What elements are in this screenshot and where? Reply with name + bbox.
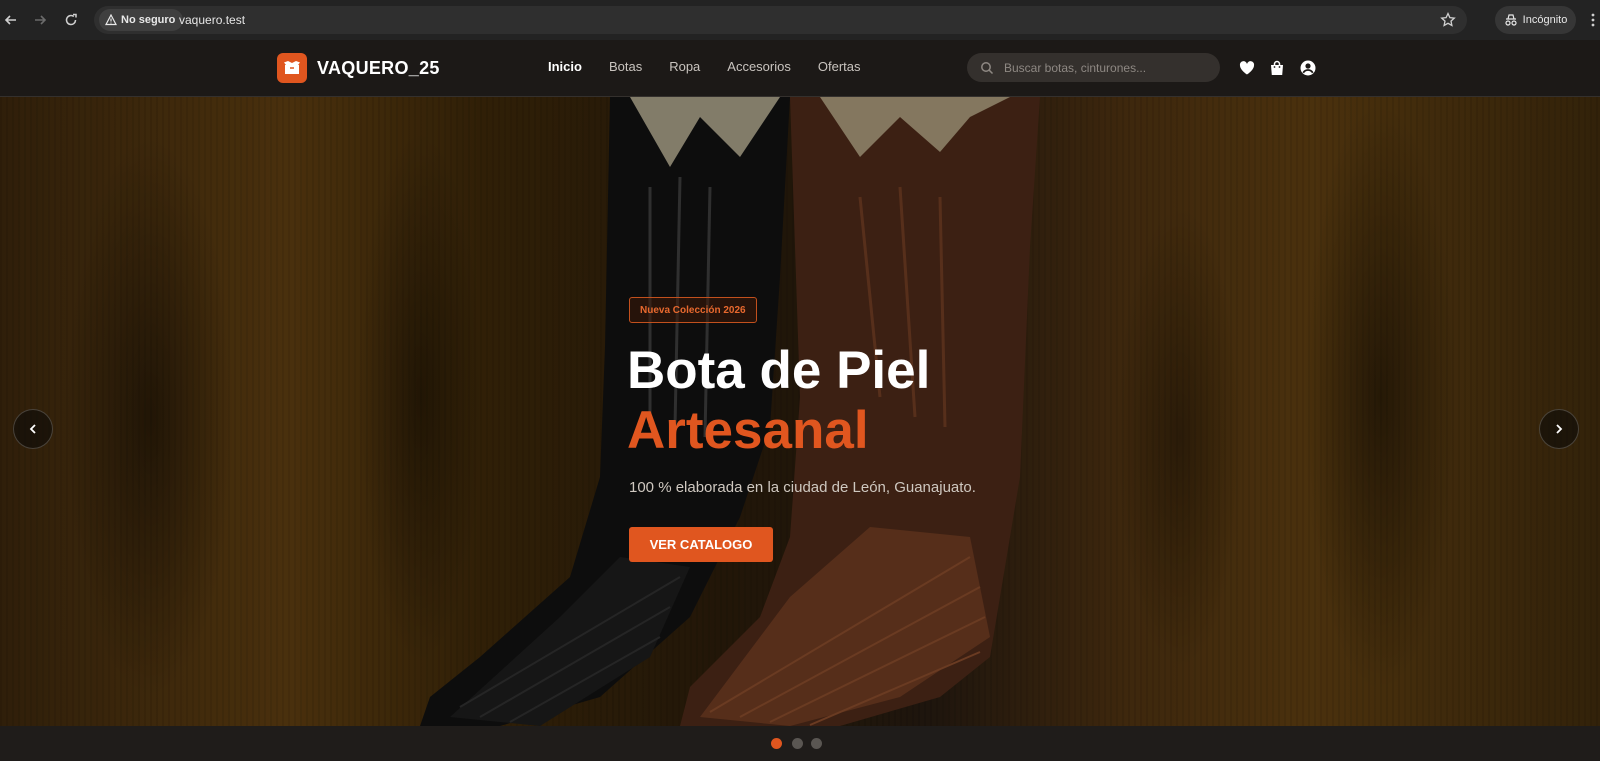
star-icon	[1440, 11, 1456, 27]
search-icon	[981, 61, 994, 74]
incognito-icon	[1505, 14, 1517, 26]
carousel-dot-3[interactable]	[811, 738, 822, 749]
carousel-dot-1[interactable]	[771, 738, 782, 749]
address-bar[interactable]: No seguro vaquero.test	[94, 6, 1467, 34]
chevron-right-icon	[1556, 424, 1563, 434]
main-nav: Inicio Botas Ropa Accesorios Ofertas	[548, 59, 887, 74]
browser-menu-button[interactable]	[1590, 12, 1596, 28]
carousel-prev-button[interactable]	[13, 409, 53, 449]
incognito-indicator[interactable]: Incógnito	[1495, 6, 1576, 34]
warning-icon	[105, 14, 117, 26]
back-button[interactable]	[0, 9, 22, 31]
security-indicator[interactable]: No seguro	[99, 9, 184, 31]
hero-title-line2: Artesanal	[627, 401, 869, 460]
brand-logo[interactable]: VAQUERO_25	[277, 53, 440, 83]
incognito-label: Incógnito	[1522, 14, 1568, 26]
bookmark-button[interactable]	[1439, 11, 1457, 29]
search-input[interactable]	[1002, 59, 1206, 76]
browser-toolbar: No seguro vaquero.test Incógnito	[0, 0, 1600, 40]
arrow-right-icon	[35, 15, 47, 25]
box-icon	[277, 53, 307, 83]
url-text[interactable]: vaquero.test	[179, 13, 245, 27]
nav-link-ropa[interactable]: Ropa	[669, 59, 700, 74]
cart-button[interactable]	[1268, 59, 1286, 77]
search-box	[967, 53, 1220, 82]
view-catalog-button[interactable]: VER CATALOGO	[629, 527, 773, 562]
collection-badge: Nueva Colección 2026	[629, 297, 757, 323]
nav-link-botas[interactable]: Botas	[609, 59, 642, 74]
brand-name: VAQUERO_25	[317, 57, 440, 78]
reload-button[interactable]	[60, 9, 82, 31]
nav-link-inicio[interactable]: Inicio	[548, 59, 582, 74]
heart-icon	[1239, 61, 1255, 75]
arrow-left-icon	[4, 15, 16, 25]
wishlist-button[interactable]	[1238, 59, 1256, 77]
hero-title-line1: Bota de Piel	[627, 341, 931, 400]
user-icon	[1300, 60, 1316, 76]
site-header: VAQUERO_25 Inicio Botas Ropa Accesorios …	[0, 40, 1600, 97]
reload-icon	[65, 13, 77, 26]
shopping-bag-icon	[1271, 60, 1283, 75]
nav-link-accesorios[interactable]: Accesorios	[727, 59, 791, 74]
carousel-dot-2[interactable]	[792, 738, 803, 749]
hero-carousel: Nueva Colección 2026 Bota de Piel Artesa…	[0, 97, 1600, 726]
more-vertical-icon	[1591, 13, 1595, 27]
forward-button[interactable]	[29, 9, 51, 31]
account-button[interactable]	[1299, 59, 1317, 77]
carousel-next-button[interactable]	[1539, 409, 1579, 449]
hero-subtitle: 100 % elaborada en la ciudad de León, Gu…	[629, 479, 976, 496]
security-label: No seguro	[121, 14, 176, 26]
carousel-indicators	[0, 726, 1600, 761]
nav-link-ofertas[interactable]: Ofertas	[818, 59, 861, 74]
chevron-left-icon	[29, 424, 36, 434]
